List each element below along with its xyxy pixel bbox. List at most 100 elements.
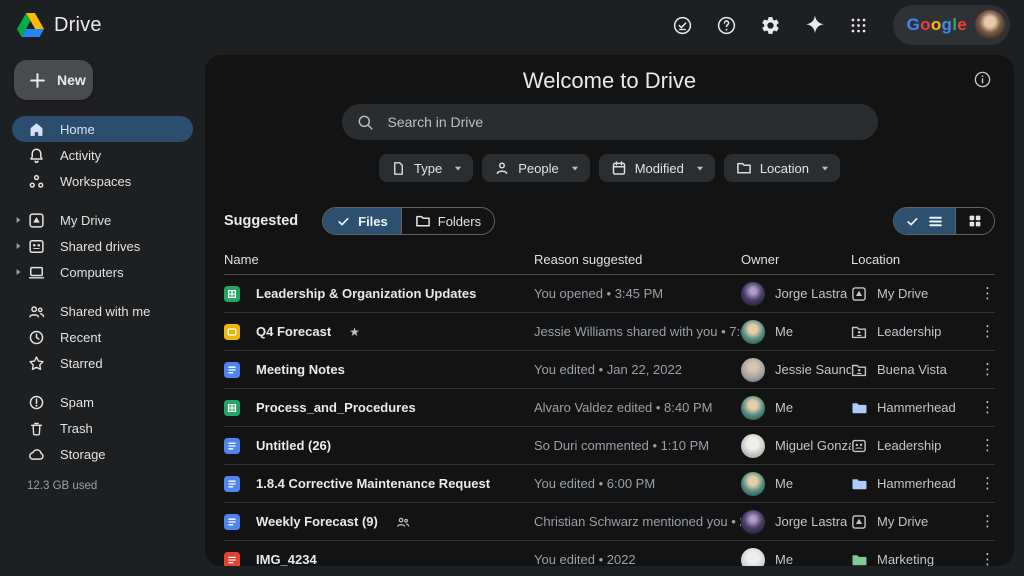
sidebar-item-spam[interactable]: Spam (12, 389, 193, 415)
location-cell[interactable]: Hammerhead (851, 400, 973, 416)
owner-name: Miguel Gonza... (775, 438, 851, 453)
file-name: 1.8.4 Corrective Maintenance Request (256, 476, 490, 491)
sidebar-item-label: Storage (60, 447, 106, 462)
drive-logo-icon[interactable] (17, 13, 44, 37)
owner-name: Jorge Lastra (775, 514, 847, 529)
owner-cell: Miguel Gonza... (741, 434, 851, 458)
filter-chip-location[interactable]: Location (724, 154, 840, 182)
location-cell[interactable]: Marketing (851, 552, 973, 567)
workspaces-icon (27, 172, 45, 190)
apps-grid-icon[interactable] (847, 13, 871, 37)
more-options-button[interactable]: ⋮ (973, 552, 995, 566)
files-toggle-label: Files (358, 214, 388, 229)
folder-green-icon (851, 552, 867, 567)
sidebar-item-recent[interactable]: Recent (12, 324, 193, 350)
sidebar-item-shared-drives[interactable]: Shared drives (12, 233, 193, 259)
location-name: Hammerhead (877, 400, 956, 415)
sidebar-item-storage[interactable]: Storage (12, 441, 193, 467)
storage-used-label: 12.3 GB used (27, 480, 193, 492)
table-row[interactable]: Meeting Notes You edited • Jan 22, 2022 … (224, 351, 995, 389)
more-options-button[interactable]: ⋮ (973, 438, 995, 453)
sidebar-item-label: My Drive (60, 213, 111, 228)
filter-chip-people[interactable]: People (482, 154, 589, 182)
sidebar-item-starred[interactable]: Starred (12, 350, 193, 376)
sidebar: New Home Activity Workspaces My Drive Sh… (0, 50, 205, 576)
more-options-button[interactable]: ⋮ (973, 286, 995, 301)
sidebar-item-shared-with-me[interactable]: Shared with me (12, 298, 193, 324)
table-row[interactable]: Leadership & Organization Updates You op… (224, 275, 995, 313)
more-options-button[interactable]: ⋮ (973, 324, 995, 339)
filter-chip-type[interactable]: Type (379, 154, 473, 182)
grid-view-button[interactable] (955, 208, 994, 234)
settings-gear-icon[interactable] (759, 13, 783, 37)
table-row[interactable]: Weekly Forecast (9) Christian Schwarz me… (224, 503, 995, 541)
my-drive-box-icon (851, 514, 867, 530)
table-row[interactable]: IMG_4234 You edited • 2022 Me Marketing … (224, 541, 995, 566)
files-toggle[interactable]: Files (323, 208, 401, 234)
search-input[interactable] (386, 113, 864, 131)
owner-avatar (741, 358, 765, 382)
table-row[interactable]: Process_and_Procedures Alvaro Valdez edi… (224, 389, 995, 427)
owner-cell: Jorge Lastra (741, 282, 851, 306)
check-icon (905, 214, 920, 229)
expand-caret-icon[interactable] (14, 268, 23, 277)
offline-status-icon[interactable] (671, 13, 695, 37)
account-pill[interactable]: Google (893, 5, 1010, 45)
table-body: Leadership & Organization Updates You op… (224, 275, 995, 566)
sidebar-item-activity[interactable]: Activity (12, 142, 193, 168)
sidebar-item-computers[interactable]: Computers (12, 259, 193, 285)
info-icon[interactable] (973, 70, 992, 89)
plus-icon (28, 71, 47, 90)
expand-caret-icon[interactable] (14, 216, 23, 225)
more-options-button[interactable]: ⋮ (973, 400, 995, 415)
list-view-icon (927, 213, 944, 230)
chevron-down-icon (568, 161, 582, 175)
owner-avatar (741, 434, 765, 458)
location-cell[interactable]: My Drive (851, 286, 973, 302)
more-options-button[interactable]: ⋮ (973, 362, 995, 377)
location-cell[interactable]: Leadership (851, 438, 973, 454)
sidebar-item-trash[interactable]: Trash (12, 415, 193, 441)
sidebar-item-home[interactable]: Home (12, 116, 193, 142)
list-view-button[interactable] (894, 208, 955, 234)
table-row[interactable]: Q4 Forecast ★ Jessie Williams shared wit… (224, 313, 995, 351)
folders-toggle[interactable]: Folders (401, 208, 494, 234)
file-name: IMG_4234 (256, 552, 317, 566)
name-cell: Meeting Notes (224, 362, 534, 378)
reason-suggested: Alvaro Valdez edited • 8:40 PM (534, 400, 741, 415)
more-options-button[interactable]: ⋮ (973, 514, 995, 529)
column-header-reason-suggested: Reason suggested (534, 252, 741, 267)
user-avatar[interactable] (975, 10, 1005, 40)
location-cell[interactable]: My Drive (851, 514, 973, 530)
name-cell: IMG_4234 (224, 552, 534, 567)
search-bar[interactable] (342, 104, 878, 140)
filter-chip-label: Location (760, 161, 809, 176)
more-options-button[interactable]: ⋮ (973, 476, 995, 491)
table-row[interactable]: 1.8.4 Corrective Maintenance Request You… (224, 465, 995, 503)
topbar-actions: Google (671, 5, 1010, 45)
sidebar-item-label: Spam (60, 395, 94, 410)
folder-blue-icon (851, 476, 867, 492)
filter-chip-modified[interactable]: Modified (599, 154, 715, 182)
owner-name: Me (775, 324, 793, 339)
sidebar-item-my-drive[interactable]: My Drive (12, 207, 193, 233)
help-icon[interactable] (715, 13, 739, 37)
location-cell[interactable]: Leadership (851, 324, 973, 340)
filter-chip-label: Modified (635, 161, 684, 176)
computers-icon (27, 263, 45, 281)
table-row[interactable]: Untitled (26) So Duri commented • 1:10 P… (224, 427, 995, 465)
column-header-name: Name (224, 252, 534, 267)
gemini-sparkle-icon[interactable] (803, 13, 827, 37)
sidebar-item-workspaces[interactable]: Workspaces (12, 168, 193, 194)
file-icon (391, 161, 406, 176)
docs-file-icon (224, 514, 240, 530)
sidebar-item-label: Activity (60, 148, 101, 163)
location-cell[interactable]: Hammerhead (851, 476, 973, 492)
name-cell: 1.8.4 Corrective Maintenance Request (224, 476, 534, 492)
reason-suggested: You opened • 3:45 PM (534, 286, 741, 301)
new-button[interactable]: New (14, 60, 93, 100)
home-icon (27, 120, 45, 138)
recent-clock-icon (27, 328, 45, 346)
expand-caret-icon[interactable] (14, 242, 23, 251)
location-cell[interactable]: Buena Vista (851, 362, 973, 378)
